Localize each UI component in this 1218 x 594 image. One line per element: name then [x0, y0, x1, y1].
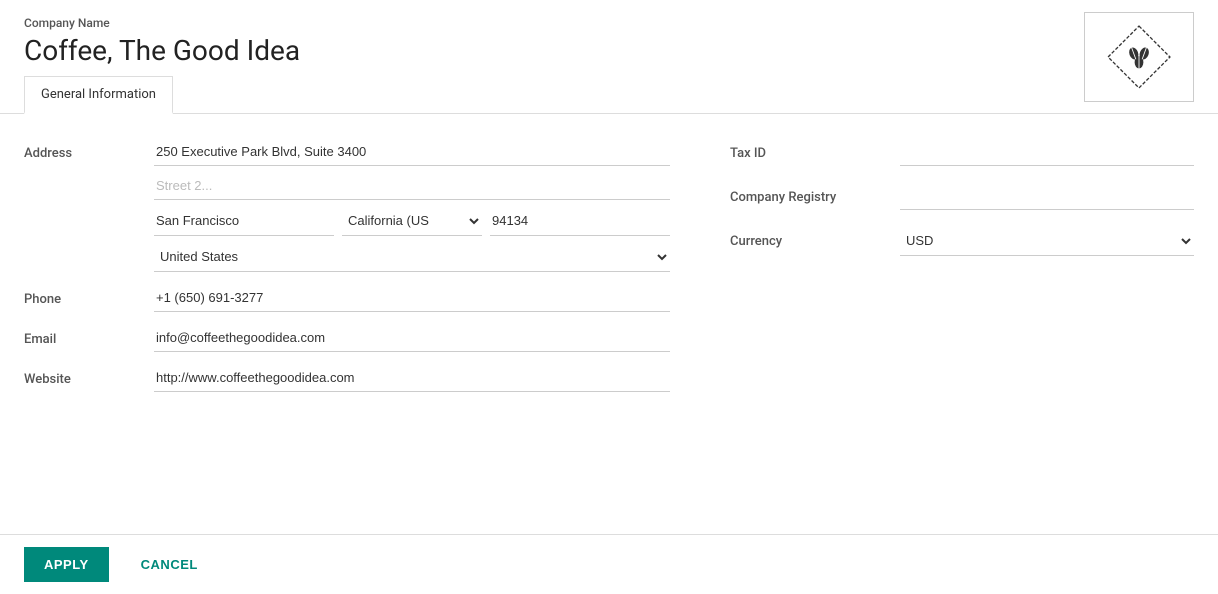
country-select-row: United States Canada Mexico United Kingd…: [154, 242, 670, 272]
company-registry-input[interactable]: [900, 182, 1194, 210]
country-select[interactable]: United States Canada Mexico United Kingd…: [154, 242, 670, 272]
currency-select[interactable]: USD EUR GBP JPY: [900, 226, 1194, 256]
phone-input[interactable]: [154, 284, 670, 312]
address-line2-input[interactable]: [154, 172, 670, 200]
website-input[interactable]: [154, 364, 670, 392]
address-input-group: California (US New York (US Texas (US Un…: [154, 138, 670, 272]
zip-input[interactable]: [490, 206, 670, 236]
tax-id-input[interactable]: [900, 138, 1194, 166]
company-name-label: Company Name: [24, 16, 1194, 30]
phone-field-row: Phone: [24, 284, 670, 312]
website-label: Website: [24, 364, 154, 387]
address-line1-input[interactable]: [154, 138, 670, 166]
logo-diamond-icon: [1104, 22, 1174, 92]
phone-input-group: [154, 284, 670, 312]
email-label: Email: [24, 324, 154, 347]
company-registry-label: Company Registry: [730, 182, 900, 205]
website-field-row: Website: [24, 364, 670, 392]
footer-section: APPLY CANCEL: [0, 534, 1218, 594]
header-section: Company Name Coffee, The Good Idea Gener…: [0, 0, 1218, 114]
state-select[interactable]: California (US New York (US Texas (US: [342, 206, 482, 236]
tab-general-information[interactable]: General Information: [24, 76, 173, 114]
page-container: Company Name Coffee, The Good Idea Gener…: [0, 0, 1218, 594]
apply-button[interactable]: APPLY: [24, 547, 109, 582]
company-logo[interactable]: [1084, 12, 1194, 102]
address-field-row: Address California (US New York (US Texa…: [24, 138, 670, 272]
tabs-bar: General Information: [24, 75, 1194, 113]
email-input-group: [154, 324, 670, 352]
email-input[interactable]: [154, 324, 670, 352]
form-right: Tax ID Company Registry Currency USD EUR…: [730, 138, 1194, 404]
company-name-title: Coffee, The Good Idea: [24, 34, 1194, 67]
cancel-button[interactable]: CANCEL: [125, 547, 214, 582]
currency-label: Currency: [730, 226, 900, 249]
website-input-group: [154, 364, 670, 392]
form-layout: Address California (US New York (US Texa…: [24, 138, 1194, 404]
company-registry-field-row: Company Registry: [730, 182, 1194, 210]
content-section: Address California (US New York (US Texa…: [0, 114, 1218, 534]
address-city-state-row: California (US New York (US Texas (US: [154, 206, 670, 236]
email-field-row: Email: [24, 324, 670, 352]
form-left: Address California (US New York (US Texa…: [24, 138, 670, 404]
tax-id-label: Tax ID: [730, 138, 900, 161]
address-label: Address: [24, 138, 154, 161]
phone-label: Phone: [24, 284, 154, 307]
tax-id-field-row: Tax ID: [730, 138, 1194, 166]
currency-field-row: Currency USD EUR GBP JPY: [730, 226, 1194, 256]
city-input[interactable]: [154, 206, 334, 236]
